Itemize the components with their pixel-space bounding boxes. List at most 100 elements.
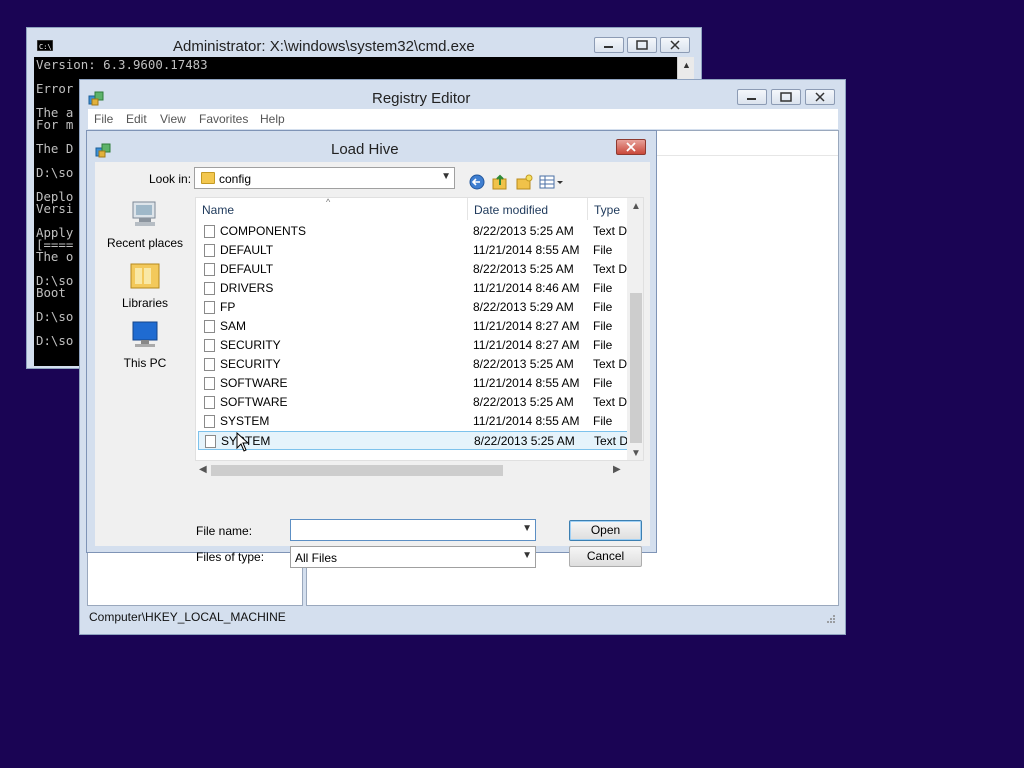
- file-type: File: [593, 338, 613, 352]
- files-of-type-select[interactable]: All Files ▼: [290, 546, 536, 568]
- file-list-horizontal-scrollbar[interactable]: ◀ ▶: [195, 462, 627, 478]
- file-date: 11/21/2014 8:46 AM: [473, 281, 580, 295]
- scroll-up-icon[interactable]: ▲: [682, 60, 691, 70]
- regedit-statusbar: Computer\HKEY_LOCAL_MACHINE: [88, 608, 838, 628]
- file-row[interactable]: SYSTEM8/22/2013 5:25 AMText Do: [198, 431, 635, 450]
- scroll-left-icon[interactable]: ◀: [199, 464, 207, 475]
- file-list-vertical-scrollbar[interactable]: ▲ ▼: [627, 198, 643, 460]
- console-line: Error: [36, 81, 74, 96]
- file-date: 11/21/2014 8:55 AM: [473, 376, 580, 390]
- menu-help[interactable]: Help: [260, 112, 285, 126]
- minimize-icon: [747, 98, 756, 100]
- file-name: SYSTEM: [220, 414, 270, 428]
- file-row[interactable]: DEFAULT 11/21/2014 8:55 AM File: [198, 241, 628, 260]
- file-date: 8/22/2013 5:29 AM: [473, 300, 574, 314]
- file-row[interactable]: SECURITY 11/21/2014 8:27 AM File: [198, 336, 628, 355]
- cmd-minimize-button[interactable]: [594, 37, 624, 53]
- file-row[interactable]: DEFAULT 8/22/2013 5:25 AM Text Do: [198, 260, 634, 279]
- scroll-right-icon[interactable]: ▶: [613, 464, 621, 475]
- scroll-thumb[interactable]: [630, 293, 642, 443]
- file-icon: [204, 358, 215, 371]
- chevron-down-icon[interactable]: ▼: [522, 550, 532, 561]
- places-bar: Recent places Libraries This PC: [95, 200, 191, 546]
- chevron-down-icon[interactable]: ▼: [522, 523, 532, 534]
- console-line: For m: [36, 117, 74, 132]
- view-menu-icon[interactable]: [539, 173, 565, 191]
- file-row[interactable]: SYSTEM 11/21/2014 8:55 AM File: [198, 412, 628, 431]
- file-name: COMPONENTS: [220, 224, 307, 238]
- console-line: Version: 6.3.9600.17483: [36, 57, 208, 72]
- file-date: 11/21/2014 8:27 AM: [473, 338, 580, 352]
- scroll-thumb[interactable]: [211, 465, 503, 476]
- file-icon: [204, 339, 215, 352]
- cmd-maximize-button[interactable]: [627, 37, 657, 53]
- file-row[interactable]: COMPONENTS 8/22/2013 5:25 AM Text Do: [198, 222, 634, 241]
- column-header-type[interactable]: Type: [588, 198, 628, 220]
- menu-edit[interactable]: Edit: [126, 112, 147, 126]
- console-line: Boot: [36, 285, 66, 300]
- file-date: 11/21/2014 8:27 AM: [473, 319, 580, 333]
- file-list[interactable]: Name ^ Date modified Type COMPONENTS 8/22…: [195, 197, 644, 461]
- maximize-icon: [636, 40, 648, 50]
- look-in-combobox[interactable]: config ▼: [194, 167, 455, 189]
- back-icon[interactable]: [468, 173, 486, 191]
- resize-grip-icon[interactable]: [826, 614, 836, 624]
- file-icon: [204, 377, 215, 390]
- place-libraries[interactable]: Libraries: [99, 260, 191, 316]
- column-header-date-modified[interactable]: Date modified: [468, 198, 588, 220]
- cmd-app-icon: C:\: [37, 40, 53, 51]
- libraries-icon: [130, 263, 160, 289]
- menu-file[interactable]: File: [94, 112, 113, 126]
- regedit-minimize-button[interactable]: [737, 89, 767, 105]
- recent-places-icon: [132, 201, 156, 226]
- menu-view[interactable]: View: [160, 112, 186, 126]
- sort-ascending-icon: ^: [326, 197, 331, 207]
- regedit-app-icon: [95, 143, 111, 158]
- file-icon: [204, 225, 215, 238]
- file-type: File: [593, 319, 613, 333]
- console-line: The D: [36, 141, 74, 156]
- look-in-label: Look in:: [149, 172, 192, 186]
- file-date: 8/22/2013 5:25 AM: [473, 395, 574, 409]
- file-name: SECURITY: [220, 357, 281, 371]
- new-folder-icon[interactable]: [515, 173, 533, 191]
- file-row[interactable]: SOFTWARE 8/22/2013 5:25 AM Text Do: [198, 393, 634, 412]
- place-recent-places[interactable]: Recent places: [99, 200, 191, 256]
- load-hive-dialog[interactable]: Load Hive Look in: config ▼ Recent place…: [86, 130, 657, 568]
- cancel-button[interactable]: Cancel: [569, 546, 642, 567]
- scroll-down-icon[interactable]: ▼: [631, 448, 641, 459]
- file-icon: [204, 415, 215, 428]
- regedit-close-button[interactable]: [805, 89, 835, 105]
- file-date: 8/22/2013 5:25 AM: [473, 357, 574, 371]
- console-line: D:\so: [36, 309, 74, 324]
- chevron-down-icon[interactable]: ▼: [441, 171, 451, 182]
- file-name: DEFAULT: [220, 243, 274, 257]
- file-icon: [204, 244, 215, 257]
- up-folder-icon[interactable]: [491, 173, 509, 191]
- file-date: 11/21/2014 8:55 AM: [473, 414, 580, 428]
- file-row[interactable]: SAM 11/21/2014 8:27 AM File: [198, 317, 628, 336]
- close-icon: [670, 40, 680, 50]
- file-row[interactable]: SOFTWARE 11/21/2014 8:55 AM File: [198, 374, 628, 393]
- file-row[interactable]: FP 8/22/2013 5:29 AM File: [198, 298, 628, 317]
- place-this-pc[interactable]: This PC: [99, 320, 191, 376]
- regedit-maximize-button[interactable]: [771, 89, 801, 105]
- console-line: Versi: [36, 201, 74, 216]
- scroll-up-icon[interactable]: ▲: [631, 201, 641, 212]
- files-of-type-value: All Files: [295, 551, 338, 565]
- menu-favorites[interactable]: Favorites: [199, 112, 248, 126]
- column-header-name[interactable]: Name ^: [196, 198, 468, 220]
- file-name: SECURITY: [220, 338, 281, 352]
- open-button[interactable]: Open: [569, 520, 642, 541]
- file-row[interactable]: DRIVERS 11/21/2014 8:46 AM File: [198, 279, 628, 298]
- file-name: FP: [220, 300, 236, 314]
- console-line: The o: [36, 249, 74, 264]
- file-row[interactable]: SECURITY 8/22/2013 5:25 AM Text Do: [198, 355, 634, 374]
- file-name: SOFTWARE: [220, 395, 288, 409]
- file-name-input[interactable]: ▼: [290, 519, 536, 541]
- files-of-type-label: Files of type:: [196, 550, 265, 564]
- computer-icon: [132, 321, 158, 347]
- cmd-close-button[interactable]: [660, 37, 690, 53]
- load-hive-close-button[interactable]: [616, 139, 646, 155]
- maximize-icon: [780, 92, 792, 102]
